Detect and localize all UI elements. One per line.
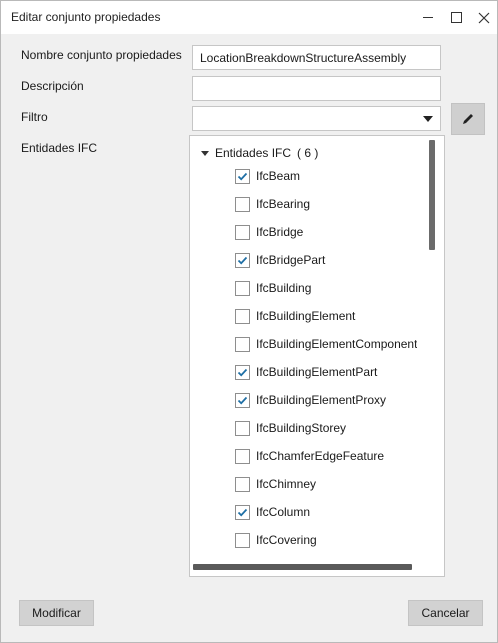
checkbox[interactable] [235, 308, 250, 324]
horizontal-scrollbar-thumb[interactable] [193, 564, 412, 570]
maximize-icon [450, 12, 462, 23]
ifc-entities-tree[interactable]: Entidades IFC ( 6 ) IfcBeam IfcBearing Ifc… [189, 135, 445, 577]
description-field[interactable] [192, 76, 441, 101]
checkbox[interactable] [235, 476, 250, 492]
cancel-button[interactable]: Cancelar [408, 600, 483, 626]
checkbox-checked[interactable] [235, 504, 250, 520]
checkbox[interactable] [235, 532, 250, 548]
name-field[interactable] [192, 45, 441, 70]
tree-item-label: IfcCovering [256, 533, 317, 547]
tree-item[interactable]: IfcChamferEdgeFeature [235, 442, 417, 470]
modify-button[interactable]: Modificar [19, 600, 94, 626]
checkmark-icon [237, 396, 248, 404]
window-title: Editar conjunto propiedades [11, 10, 161, 24]
tree-item-label: IfcBuildingStorey [256, 421, 347, 435]
tree-item[interactable]: IfcBeam [235, 162, 417, 190]
tree-item-label: IfcChamferEdgeFeature [256, 449, 385, 463]
checkbox-checked[interactable] [235, 364, 250, 380]
tree-item[interactable]: IfcBridgePart [235, 246, 417, 274]
name-label: Nombre conjunto propiedades [21, 48, 182, 62]
entities-label: Entidades IFC [21, 141, 98, 155]
tree-item[interactable]: IfcBridge [235, 218, 417, 246]
dialog-window: Editar conjunto propiedades Nombre conju… [0, 0, 498, 643]
checkbox-checked[interactable] [235, 392, 250, 408]
checkbox[interactable] [235, 196, 250, 212]
tree-root-label: Entidades IFC [215, 146, 292, 160]
tree-item-label: IfcBeam [256, 169, 301, 183]
tree-root-count: ( 6 ) [297, 146, 319, 160]
close-icon [478, 12, 490, 23]
filter-label: Filtro [21, 110, 48, 124]
tree-item[interactable]: IfcBuildingStorey [235, 414, 417, 442]
close-button[interactable] [467, 1, 498, 34]
tree-item-label: IfcBridge [256, 225, 304, 239]
checkmark-icon [237, 256, 248, 264]
tree-item[interactable]: IfcBuildingElementPart [235, 358, 417, 386]
checkbox[interactable] [235, 224, 250, 240]
checkbox[interactable] [235, 448, 250, 464]
tree-item[interactable]: IfcBearing [235, 190, 417, 218]
filter-select[interactable] [192, 106, 441, 131]
tree-item-label: IfcBearing [256, 197, 311, 211]
tree-item-label: IfcBridgePart [256, 253, 326, 267]
checkbox[interactable] [235, 280, 250, 296]
tree-item-label: IfcBuildingElementProxy [256, 393, 387, 407]
tree-item-label: IfcBuilding [256, 281, 312, 295]
checkmark-icon [237, 508, 248, 516]
tree-item[interactable]: IfcBuildingElementProxy [235, 386, 417, 414]
chevron-down-icon [423, 116, 433, 122]
tree-item[interactable]: IfcBuildingElement [235, 302, 417, 330]
description-label: Descripción [21, 79, 84, 93]
tree-item[interactable]: IfcBuilding [235, 274, 417, 302]
tree-item[interactable]: IfcCovering [235, 526, 417, 554]
tree-item-label: IfcBuildingElement [256, 309, 356, 323]
tree-item-label: IfcColumn [256, 505, 311, 519]
checkbox[interactable] [235, 336, 250, 352]
tree-item[interactable]: IfcBuildingElementComponent [235, 330, 417, 358]
tree-root[interactable]: Entidades IFC ( 6 ) [201, 146, 318, 160]
tree-item[interactable]: IfcChimney [235, 470, 417, 498]
tree-item[interactable]: IfcColumn [235, 498, 417, 526]
checkbox-checked[interactable] [235, 168, 250, 184]
tree-item-label: IfcBuildingElementPart [256, 365, 378, 379]
tree-item-label: IfcBuildingElementComponent [256, 337, 417, 351]
tree-items: IfcBeam IfcBearing IfcBridge IfcBridgePart I… [235, 162, 417, 554]
checkbox[interactable] [235, 420, 250, 436]
checkbox-checked[interactable] [235, 252, 250, 268]
vertical-scrollbar-thumb[interactable] [429, 140, 435, 250]
edit-filter-button[interactable] [451, 103, 485, 135]
checkmark-icon [237, 368, 248, 376]
tree-item-label: IfcChimney [256, 477, 317, 491]
checkmark-icon [237, 172, 248, 180]
pencil-icon [463, 114, 473, 124]
minimize-icon [423, 17, 433, 18]
title-bar[interactable]: Editar conjunto propiedades [1, 1, 497, 34]
caret-down-icon[interactable] [201, 150, 209, 156]
